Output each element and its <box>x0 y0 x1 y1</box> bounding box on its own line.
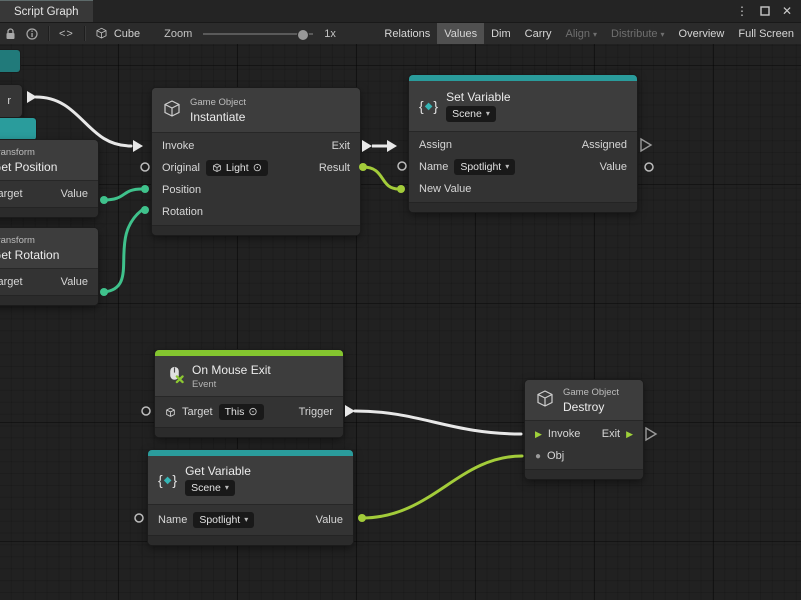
node-category: Game Object <box>563 387 619 398</box>
info-icon[interactable] <box>21 23 43 44</box>
node-title: Set Variable <box>446 90 510 104</box>
tab-title: Script Graph <box>14 6 79 18</box>
carry-button[interactable]: Carry <box>518 23 559 44</box>
node-title: Destroy <box>563 400 619 414</box>
chevron-down-icon: ▾ <box>593 30 597 39</box>
clipped-node-fragment[interactable]: r <box>0 85 22 117</box>
zoom-value: 1x <box>319 23 341 44</box>
flow-in-arrow-icon[interactable]: ▶ <box>535 429 542 440</box>
lock-icon[interactable] <box>0 23 21 44</box>
variable-icon: {◆} <box>158 472 177 488</box>
node-category: Transform <box>0 147 57 158</box>
node-title: Get Variable <box>185 464 251 478</box>
close-icon[interactable]: ✕ <box>782 4 792 18</box>
variable-name-dropdown[interactable]: Spotlight ▾ <box>193 512 254 528</box>
zoom-label: Zoom <box>159 23 197 44</box>
port-exit-label[interactable]: Exit <box>332 140 350 152</box>
align-button[interactable]: Align▾ <box>559 23 604 44</box>
tab-bar: Script Graph ⋮ ✕ <box>0 0 801 23</box>
port-exit-label[interactable]: Exit <box>602 428 620 440</box>
chevron-down-icon: ▾ <box>244 513 248 527</box>
port-rotation-label[interactable]: Rotation <box>162 206 203 218</box>
port-target-label[interactable]: Target <box>182 406 213 418</box>
values-button[interactable]: Values <box>437 23 484 44</box>
graph-owner-label: Cube <box>113 23 145 44</box>
distribute-button[interactable]: Distribute▾ <box>604 23 671 44</box>
port-target-label[interactable]: Target <box>0 276 23 288</box>
object-field-value: Light <box>226 161 249 175</box>
zoom-slider[interactable] <box>203 33 313 35</box>
port-value-label[interactable]: Value <box>61 276 88 288</box>
node-title: On Mouse Exit <box>192 363 271 377</box>
node-get-position[interactable]: Transform Get Position Target Value <box>0 140 98 217</box>
node-title: Instantiate <box>190 110 246 124</box>
overview-button[interactable]: Overview <box>672 23 732 44</box>
port-name-label[interactable]: Name <box>419 161 448 173</box>
port-invoke-label[interactable]: Invoke <box>162 140 194 152</box>
node-subtitle: Event <box>192 379 271 390</box>
variable-kind-dropdown[interactable]: Scene ▾ <box>446 106 496 122</box>
port-assigned-label[interactable]: Assigned <box>582 139 627 151</box>
object-picker-icon[interactable]: ⊙ <box>248 405 257 419</box>
gameobject-cube-icon <box>165 407 176 418</box>
chevron-down-icon: ▾ <box>505 160 509 174</box>
relations-button[interactable]: Relations <box>377 23 437 44</box>
chevron-down-icon: ▾ <box>661 30 665 39</box>
port-new-value-label[interactable]: New Value <box>419 183 471 195</box>
chevron-down-icon: ▾ <box>486 107 490 121</box>
node-get-variable[interactable]: {◆} Get Variable Scene ▾ Name Spotlight … <box>148 450 353 545</box>
node-instantiate[interactable]: Game Object Instantiate Invoke Exit Orig… <box>152 88 360 235</box>
port-position-label[interactable]: Position <box>162 184 201 196</box>
port-assign-label[interactable]: Assign <box>419 139 452 151</box>
node-destroy[interactable]: Game Object Destroy ▶ Invoke Exit ▶ ● Ob… <box>525 380 643 479</box>
kebab-menu-icon[interactable]: ⋮ <box>736 4 748 18</box>
port-original-label[interactable]: Original <box>162 162 200 174</box>
object-field-this[interactable]: This ⊙ <box>219 404 264 420</box>
gameobject-cube-icon <box>162 99 182 122</box>
gameobject-cube-icon <box>535 389 555 412</box>
graph-canvas[interactable]: r Transform Get Position Target Value <box>0 44 801 600</box>
node-title: Get Position <box>0 160 57 174</box>
port-obj-label[interactable]: Obj <box>547 450 564 462</box>
variable-icon: {◆} <box>419 98 438 114</box>
object-field-light[interactable]: Light ⊙ <box>206 160 268 176</box>
port-value-label[interactable]: Value <box>61 188 88 200</box>
port-invoke-label[interactable]: Invoke <box>548 428 580 440</box>
gameobject-cube-icon <box>212 163 222 173</box>
dim-button[interactable]: Dim <box>484 23 518 44</box>
node-get-rotation[interactable]: Transform Get Rotation Target Value <box>0 228 98 305</box>
cube-icon <box>90 23 113 44</box>
port-result-label[interactable]: Result <box>319 162 350 174</box>
variable-name-dropdown[interactable]: Spotlight ▾ <box>454 159 515 175</box>
node-title: Get Rotation <box>0 248 59 262</box>
code-view-icon[interactable]: <> <box>54 23 79 44</box>
port-name-label[interactable]: Name <box>158 514 187 526</box>
maximize-icon[interactable] <box>760 6 770 16</box>
script-graph-window: Script Graph ⋮ ✕ <> Cube Zoom 1x R <box>0 0 801 600</box>
toolbar-separator <box>48 26 49 41</box>
toolbar-separator <box>84 26 85 41</box>
flow-out-arrow-icon[interactable]: ▶ <box>626 429 633 440</box>
obj-port-dot-icon[interactable]: ● <box>535 451 541 462</box>
clipped-node-fragment[interactable] <box>0 118 36 140</box>
clipped-node-label: r <box>7 95 11 107</box>
chevron-down-icon: ▾ <box>225 481 229 495</box>
port-value-label[interactable]: Value <box>316 514 343 526</box>
mouse-icon <box>165 365 184 387</box>
port-trigger-label[interactable]: Trigger <box>299 406 333 418</box>
port-target-label[interactable]: Target <box>0 188 23 200</box>
node-category: Game Object <box>190 97 246 108</box>
zoom-slider-thumb[interactable] <box>297 29 309 41</box>
port-value-label[interactable]: Value <box>600 161 627 173</box>
graph-toolbar: <> Cube Zoom 1x Relations Values Dim Car… <box>0 23 801 45</box>
node-category: Transform <box>0 235 59 246</box>
clipped-node-fragment[interactable] <box>0 50 20 72</box>
variable-kind-dropdown[interactable]: Scene ▾ <box>185 480 235 496</box>
node-on-mouse-exit[interactable]: On Mouse Exit Event Target This ⊙ Trigge… <box>155 350 343 437</box>
node-set-variable[interactable]: {◆} Set Variable Scene ▾ Assign Assigned <box>409 75 637 212</box>
fullscreen-button[interactable]: Full Screen <box>731 23 801 44</box>
object-picker-icon[interactable]: ⊙ <box>253 161 262 175</box>
tab-script-graph[interactable]: Script Graph <box>0 0 93 22</box>
